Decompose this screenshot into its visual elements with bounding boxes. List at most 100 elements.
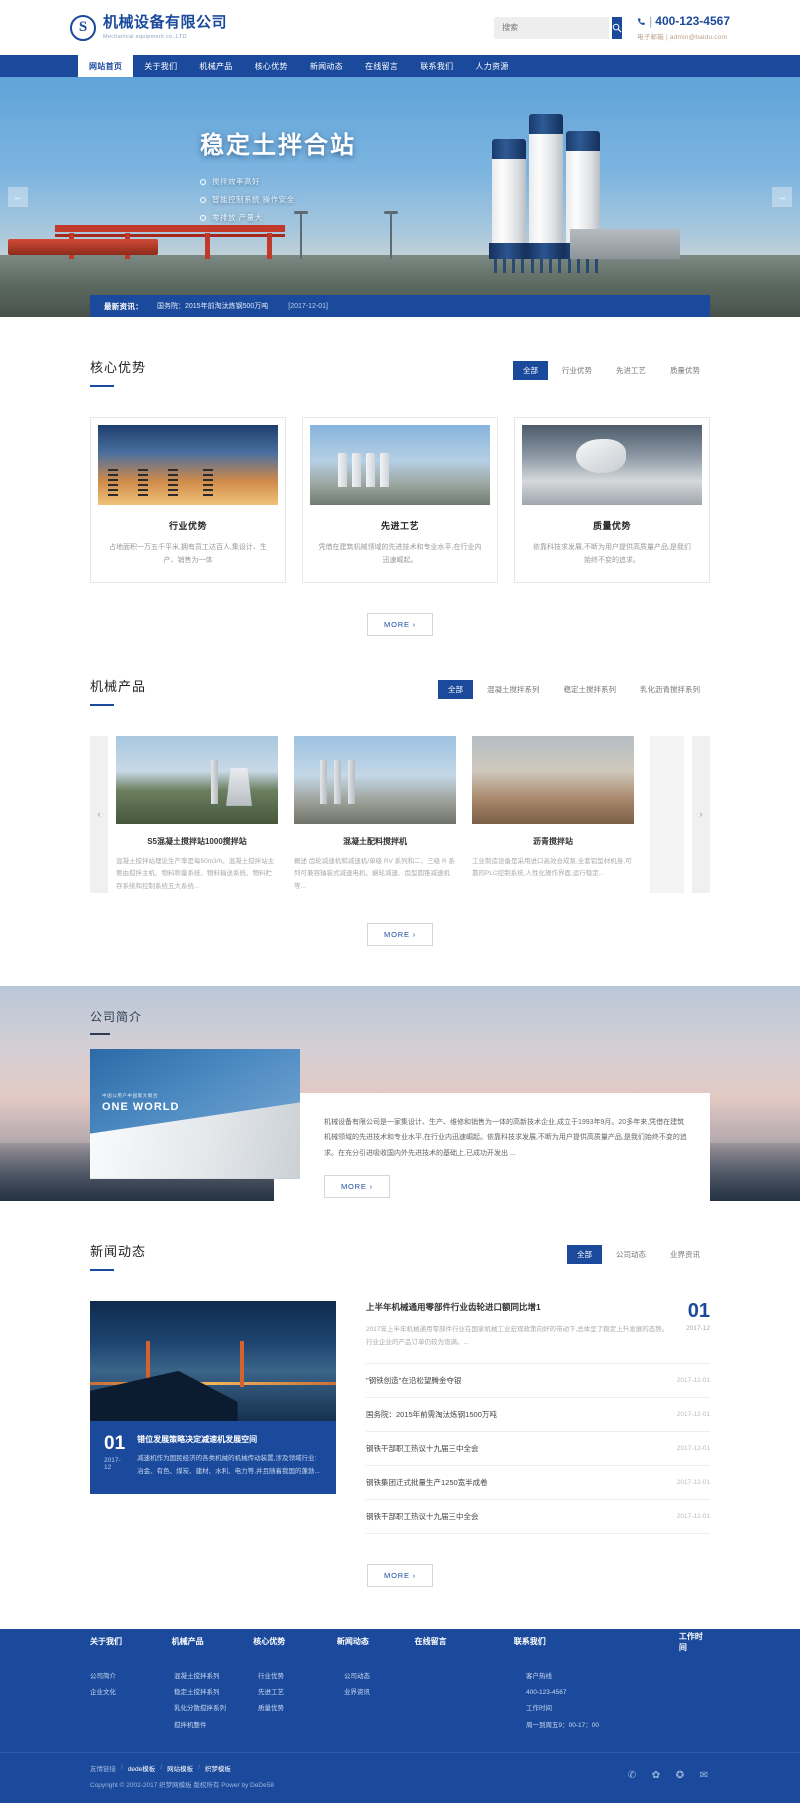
- footer-nav-item-6[interactable]: 工作时间: [679, 1631, 710, 1653]
- hero-copy: 稳定土拌合站 搅拌效率高好 智能控制系统 操作安全 零排放 产量大: [200, 125, 356, 230]
- news-list-item[interactable]: 钢铁干部职工热议十九届三中全会 2017-12-01: [366, 1500, 710, 1534]
- site-logo[interactable]: S 机械设备有限公司 Mechanical equipment co.,LTD: [70, 14, 227, 41]
- tab-2[interactable]: 稳定土搅拌系列: [554, 680, 627, 699]
- footer-link[interactable]: 搅拌机整件: [174, 1718, 258, 1734]
- footer-link[interactable]: 企业文化: [90, 1685, 174, 1701]
- products-prev-button[interactable]: ‹: [90, 735, 108, 893]
- about-more-button[interactable]: MORE ›: [324, 1175, 390, 1199]
- footer-nav-item-0[interactable]: 关于我们: [90, 1636, 172, 1647]
- advantages-section: 核心优势 全部 行业优势 先进工艺 质量优势 行业优势 占地面积一万五千平米,拥有员工达…: [90, 317, 710, 636]
- hero-train: [8, 239, 158, 255]
- news-item-date: 2017-12-01: [676, 1410, 710, 1418]
- nav-item-3[interactable]: 核心优势: [244, 55, 299, 77]
- nav-item-0[interactable]: 网站首页: [78, 55, 134, 77]
- news-more-button[interactable]: MORE ›: [367, 1563, 433, 1587]
- mail-icon[interactable]: ✉: [698, 1770, 710, 1782]
- tab-1[interactable]: 混凝土搅拌系列: [477, 680, 550, 699]
- search-input[interactable]: [494, 23, 613, 32]
- footer-link[interactable]: 先进工艺: [258, 1685, 344, 1701]
- nav-item-4[interactable]: 新闻动态: [299, 55, 354, 77]
- news-list-item[interactable]: 钢铁集团迁式批量生产1250宽半成卷 2017-12-01: [366, 1466, 710, 1500]
- product-image: [294, 735, 456, 824]
- news-item-list: "钢铁创造"在沿松望腾金夺银 2017-12-01 国务院：2015年前需淘汰炼钢1…: [366, 1364, 710, 1534]
- products-next-button[interactable]: ›: [692, 735, 710, 893]
- hero-bullet: 搅拌效率高好: [200, 176, 356, 187]
- friendly-link[interactable]: 织梦模板: [205, 1763, 231, 1773]
- friendly-link[interactable]: 网站模板: [167, 1763, 193, 1773]
- tab-3[interactable]: 乳化沥青搅拌系列: [630, 680, 710, 699]
- footer-link[interactable]: 质量优势: [258, 1701, 344, 1717]
- footer-nav-item-5[interactable]: 联系我们: [514, 1636, 679, 1647]
- tab-1[interactable]: 行业优势: [552, 361, 602, 380]
- bullet-dot-icon: [200, 196, 206, 203]
- ticker-headline[interactable]: 国务院：2015年前淘汰炼钢500万吨: [157, 301, 268, 311]
- nav-item-2[interactable]: 机械产品: [188, 55, 243, 77]
- friendly-link[interactable]: dede模板: [128, 1763, 155, 1773]
- tab-2[interactable]: 业界资讯: [660, 1245, 710, 1264]
- product-name: 沥青搅拌站: [533, 836, 573, 846]
- nav-item-5[interactable]: 在线留言: [354, 55, 409, 77]
- footer-nav-item-1[interactable]: 机械产品: [172, 1636, 254, 1647]
- tab-0[interactable]: 全部: [438, 679, 473, 699]
- footer-columns: 公司简介 企业文化 混凝土搅拌系列 稳定土搅拌系列 乳化分散搅拌系列 搅拌机整件 行业优…: [90, 1655, 710, 1752]
- qq-icon[interactable]: ✿: [650, 1770, 662, 1782]
- ticker-label: 最新资讯：: [104, 301, 143, 311]
- advantage-image: [310, 425, 490, 505]
- footer-nav-item-3[interactable]: 新闻动态: [337, 1636, 415, 1647]
- news-list-item[interactable]: 钢铁干部职工热议十九届三中全会 2017-12-01: [366, 1432, 710, 1466]
- footer-hours-line: 客户热线: [526, 1672, 552, 1680]
- footer-link[interactable]: 公司动态: [344, 1669, 526, 1685]
- hero-silo: [526, 114, 566, 273]
- tab-3[interactable]: 质量优势: [660, 361, 710, 380]
- advantage-card[interactable]: 质量优势 依靠科技求发展,不断为用户提供高质量产品,是我们始终不变的追求。: [514, 417, 710, 583]
- products-track: S5混凝土搅拌站1000搅拌站 混凝土搅拌站理论生产率是每50m3/h。混凝土搅拌…: [108, 735, 692, 893]
- search-box[interactable]: [494, 16, 623, 39]
- weibo-icon[interactable]: ✪: [674, 1770, 686, 1782]
- tab-1[interactable]: 公司动态: [606, 1245, 656, 1264]
- news-list-item[interactable]: "钢铁创造"在沿松望腾金夺银 2017-12-01: [366, 1364, 710, 1398]
- footer-link[interactable]: 混凝土搅拌系列: [174, 1669, 258, 1685]
- nav-item-6[interactable]: 联系我们: [409, 55, 464, 77]
- footer-link[interactable]: 业界资讯: [344, 1685, 526, 1701]
- footer-link[interactable]: 公司简介: [90, 1669, 174, 1685]
- product-card[interactable]: S5混凝土搅拌站1000搅拌站 混凝土搅拌站理论生产率是每50m3/h。混凝土搅拌…: [116, 735, 278, 893]
- search-button[interactable]: [612, 16, 623, 39]
- title-underline: [90, 385, 114, 387]
- footer-column-products: 混凝土搅拌系列 稳定土搅拌系列 乳化分散搅拌系列 搅拌机整件: [174, 1669, 258, 1734]
- news-top-ym: 2017-12: [686, 1324, 710, 1332]
- pylon-shape: [168, 469, 178, 499]
- advantage-card[interactable]: 行业优势 占地面积一万五千平米,拥有员工达百人,集设计、生产、销售为一体: [90, 417, 286, 583]
- tab-0[interactable]: 全部: [513, 361, 548, 380]
- news-feature-desc: 减速机作为国民经济的各类机械的机械传动装置,涉及领域行业:冶金、有色、煤炭、建材…: [137, 1454, 320, 1475]
- footer-nav-item-4[interactable]: 在线留言: [415, 1636, 514, 1647]
- mixer-drum-shape: [576, 439, 626, 474]
- tab-0[interactable]: 全部: [567, 1244, 602, 1264]
- products-more-button[interactable]: MORE ›: [367, 922, 433, 946]
- news-top-item[interactable]: 上半年机械通用零部件行业齿轮进口额同比增1 2017年上半年机械通用零部件行业在…: [366, 1301, 710, 1364]
- hero-next-button[interactable]: →: [772, 187, 792, 207]
- news-item-date: 2017-12-01: [676, 1444, 710, 1452]
- advantage-card[interactable]: 先进工艺 凭借在建筑机械领域的先进技术和专业水平,在行业内迅速崛起。: [302, 417, 498, 583]
- tab-2[interactable]: 先进工艺: [606, 361, 656, 380]
- news-list-item[interactable]: 国务院：2015年前需淘汰炼钢1500万吨 2017-12-01: [366, 1398, 710, 1432]
- products-carousel: ‹ S5混凝土搅拌站1000搅拌站 混凝土搅拌站理论生产率是每50m3/h。混凝土…: [90, 735, 710, 893]
- footer-navigation: 关于我们 机械产品 核心优势 新闻动态 在线留言 联系我们 工作时间: [90, 1629, 710, 1655]
- product-card[interactable]: 沥青搅拌站 工业制造设备是采用进口高效合成泵,全套铝型材机身,可靠的PLC控制系统…: [472, 735, 634, 893]
- nav-item-1[interactable]: 关于我们: [133, 55, 188, 77]
- friendly-links-separator: /: [160, 1764, 163, 1772]
- wechat-icon[interactable]: ✆: [626, 1770, 638, 1782]
- email-address: admin@baidu.com: [669, 34, 728, 41]
- news-item-date: 2017-12-01: [676, 1512, 710, 1520]
- advantages-more-button[interactable]: MORE ›: [367, 612, 433, 636]
- news-feature-card[interactable]: 01 2017-12 错位发展策略决定减速机发展空间 减速机作为国民经济的各类机…: [90, 1300, 336, 1534]
- product-card[interactable]: 混凝土配料搅拌机 概述 齿轮减速机和减速机/单级 RV 系列和二、三级 R 系列可…: [294, 735, 456, 893]
- footer-link[interactable]: 稳定土搅拌系列: [174, 1685, 258, 1701]
- silo-shape: [352, 453, 361, 487]
- footer-link[interactable]: 行业优势: [258, 1669, 344, 1685]
- footer-nav-item-2[interactable]: 核心优势: [253, 1636, 337, 1647]
- nav-item-7[interactable]: 人力资源: [464, 55, 519, 77]
- footer-link[interactable]: 乳化分散搅拌系列: [174, 1701, 258, 1717]
- products-more-wrap: MORE ›: [90, 922, 710, 946]
- hero-prev-button[interactable]: ←: [8, 187, 28, 207]
- news-section: 新闻动态 全部 公司动态 业界资讯 01 2017-12 错位发展策略决定减速机发展…: [90, 1201, 710, 1587]
